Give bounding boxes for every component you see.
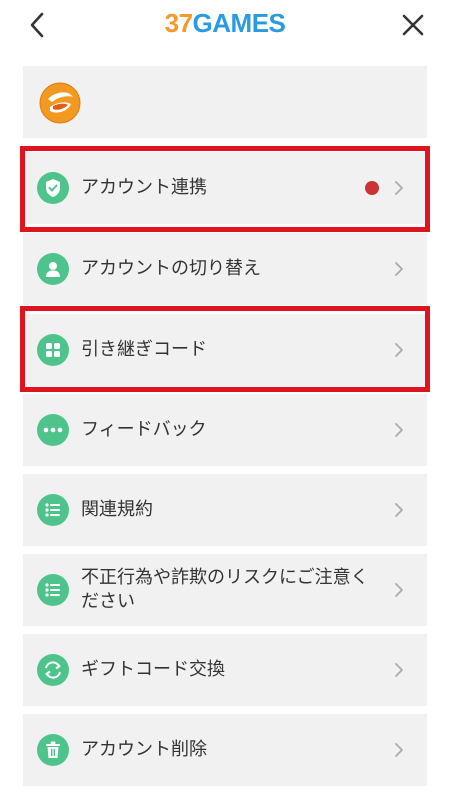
avatar[interactable] — [39, 82, 81, 124]
menu-item-label: フィードバック — [81, 419, 207, 440]
close-button[interactable] — [398, 10, 428, 40]
menu-item-label: アカウント削除 — [81, 739, 207, 760]
chevron-right-icon — [395, 343, 403, 357]
list-icon — [37, 574, 69, 606]
menu-item-delete-account[interactable]: アカウント削除 — [23, 714, 427, 786]
exchange-icon — [37, 654, 69, 686]
chevron-right-icon — [395, 743, 403, 757]
trash-icon — [37, 734, 69, 766]
dots-icon — [37, 414, 69, 446]
chevron-right-icon — [395, 262, 403, 276]
menu-item-switch-account[interactable]: アカウントの切り替え — [23, 233, 427, 305]
chevron-right-icon — [395, 503, 403, 517]
menu-item-fraud-warning[interactable]: 不正行為や詐欺のリスクにご注意ください — [23, 554, 427, 626]
profile-card — [23, 66, 427, 138]
menu-item-terms[interactable]: 関連規約 — [23, 474, 427, 546]
chevron-right-icon — [395, 583, 403, 597]
menu-item-gift-code[interactable]: ギフトコード交換 — [23, 634, 427, 706]
list-icon — [37, 494, 69, 526]
chevron-right-icon — [395, 181, 403, 195]
person-icon — [37, 253, 69, 285]
close-icon — [402, 14, 424, 36]
menu-item-feedback[interactable]: フィードバック — [23, 394, 427, 466]
menu-item-account-link[interactable]: アカウント連携 — [23, 152, 427, 224]
app-logo: 37GAMES — [164, 8, 286, 38]
shield-check-icon — [37, 172, 69, 204]
header: 37GAMES — [0, 0, 450, 52]
grid-icon — [37, 334, 69, 366]
chevron-right-icon — [395, 663, 403, 677]
menu-item-transfer-code[interactable]: 引き継ぎコード — [23, 314, 427, 386]
menu-item-label: アカウントの切り替え — [81, 258, 261, 279]
menu-item-label: ギフトコード交換 — [81, 659, 225, 680]
menu-item-label: アカウント連携 — [81, 177, 207, 198]
menu-item-label: 関連規約 — [81, 499, 153, 520]
chevron-right-icon — [395, 423, 403, 437]
menu-item-label: 引き継ぎコード — [81, 339, 207, 360]
notification-dot — [365, 181, 379, 195]
menu-item-label: 不正行為や詐欺のリスクにご注意ください — [81, 567, 369, 612]
